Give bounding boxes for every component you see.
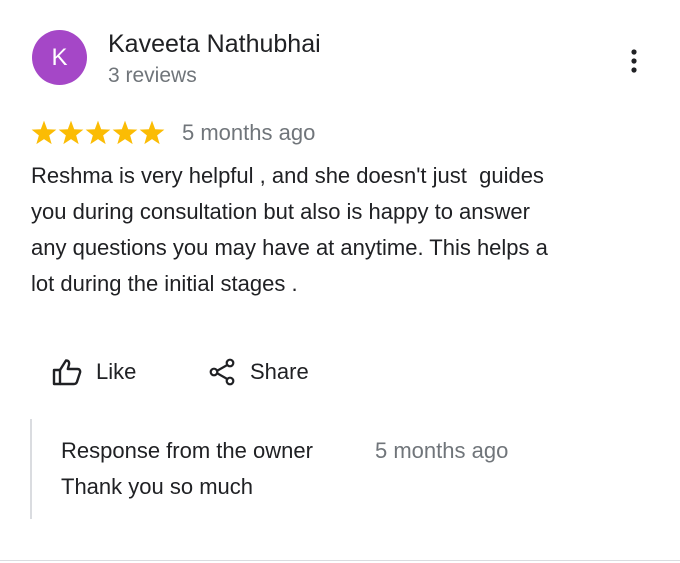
star-icon (139, 120, 165, 145)
like-button[interactable]: Like (52, 352, 136, 392)
share-button[interactable]: Share (208, 352, 309, 392)
owner-response-text: Thank you so much (61, 474, 253, 499)
divider (0, 560, 680, 561)
reviewer-name[interactable]: Kaveeta Nathubhai (108, 28, 321, 60)
avatar-initial: K (51, 43, 68, 71)
star-icon (112, 120, 138, 145)
share-label: Share (250, 359, 309, 384)
review-date: 5 months ago (182, 120, 316, 145)
star-icon (85, 120, 111, 145)
like-label: Like (96, 359, 137, 384)
reviewer-review-count[interactable]: 3 reviews (108, 62, 197, 90)
review-text: Reshma is very helpful , and she doesn't… (31, 163, 548, 296)
more-vert-icon (631, 49, 637, 73)
thumb-up-icon (52, 359, 82, 386)
more-options-button[interactable] (620, 44, 648, 78)
owner-response-date: 5 months ago (375, 438, 509, 463)
owner-response: Response from the owner 5 months ago Tha… (30, 419, 652, 519)
avatar[interactable]: K (32, 30, 87, 85)
owner-response-title: Response from the owner (61, 438, 313, 463)
star-icon (58, 120, 84, 145)
star-rating (31, 119, 166, 147)
share-icon (209, 358, 235, 386)
star-icon (31, 120, 57, 145)
